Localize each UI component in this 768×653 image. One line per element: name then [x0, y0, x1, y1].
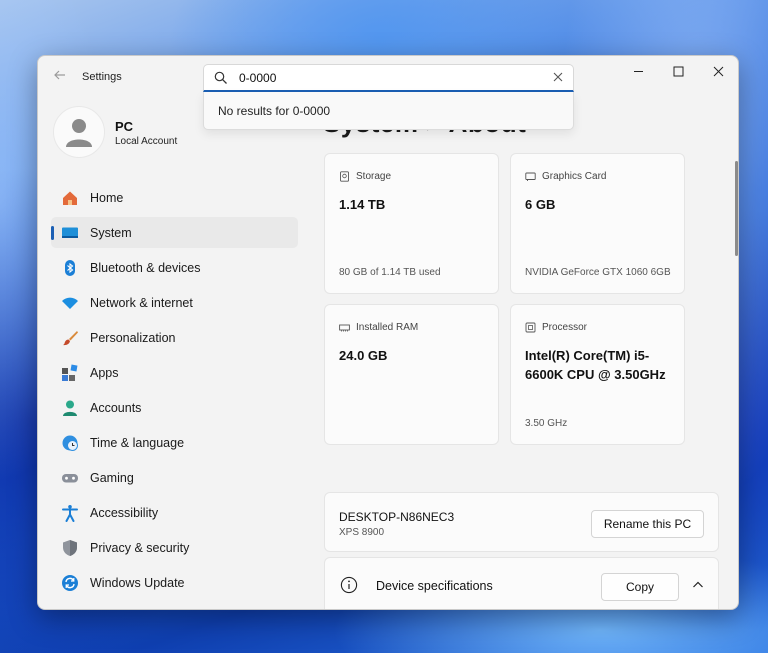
device-model: XPS 8900 [339, 527, 385, 538]
device-specs-label: Device specifications [376, 579, 493, 593]
device-specs-panel[interactable]: Device specifications Copy [324, 557, 719, 609]
scrollbar[interactable] [735, 161, 738, 256]
sidebar-nav: Home System Bluetooth & devices Network … [51, 182, 298, 602]
device-name-panel: DESKTOP-N86NEC3 XPS 8900 Rename this PC [324, 492, 719, 552]
sidebar-item-windows-update[interactable]: Windows Update [51, 567, 298, 598]
graphics-card-label: Graphics Card [542, 171, 607, 182]
clear-search-icon[interactable] [553, 72, 563, 82]
user-name: PC [115, 119, 134, 134]
graphics-card-value: 6 GB [525, 197, 556, 212]
copy-button[interactable]: Copy [601, 573, 679, 601]
sidebar-item-privacy[interactable]: Privacy & security [51, 532, 298, 563]
sidebar-item-network[interactable]: Network & internet [51, 287, 298, 318]
minimize-button[interactable] [618, 56, 658, 86]
search-box[interactable]: 0-0000 [203, 64, 574, 92]
settings-window: Settings 0-0000 No results for 0-0000 PC… [37, 55, 739, 610]
ram-value: 24.0 GB [339, 348, 388, 363]
device-name: DESKTOP-N86NEC3 [339, 510, 455, 524]
chevron-up-icon[interactable] [692, 579, 704, 591]
shield-icon [60, 538, 80, 558]
ram-label: Installed RAM [356, 322, 419, 333]
sidebar-item-label: Network & internet [90, 295, 193, 310]
sidebar-item-bluetooth[interactable]: Bluetooth & devices [51, 252, 298, 283]
sidebar-item-label: Accounts [90, 400, 142, 415]
window-controls [618, 56, 738, 86]
info-icon [340, 576, 358, 594]
no-results-text: No results for 0-0000 [218, 104, 331, 118]
sidebar-item-gaming[interactable]: Gaming [51, 462, 298, 493]
maximize-icon [673, 66, 683, 76]
search-results-dropdown: No results for 0-0000 [203, 92, 574, 130]
storage-value: 1.14 TB [339, 197, 386, 212]
graphics-card-card[interactable]: Graphics Card 6 GB NVIDIA GeForce GTX 10… [510, 153, 685, 294]
storage-label: Storage [356, 171, 392, 182]
accessibility-icon [60, 503, 80, 523]
processor-speed: 3.50 GHz [525, 418, 568, 429]
wifi-icon [60, 293, 80, 313]
sidebar-item-accessibility[interactable]: Accessibility [51, 497, 298, 528]
sidebar-item-label: System [90, 225, 132, 240]
sidebar-item-apps[interactable]: Apps [51, 357, 298, 388]
avatar[interactable] [53, 106, 105, 158]
sidebar-item-label: Bluetooth & devices [90, 260, 201, 275]
search-icon [214, 71, 227, 84]
sidebar-item-label: Gaming [90, 470, 134, 485]
sidebar-item-system[interactable]: System [51, 217, 298, 248]
storage-usage: 80 GB of 1.14 TB used [339, 267, 441, 278]
ram-icon [339, 324, 350, 332]
processor-value: Intel(R) Core(TM) i5-6600K CPU @ 3.50GHz [525, 348, 666, 382]
account-type: Local Account [115, 136, 178, 147]
processor-label: Processor [542, 322, 588, 333]
graphics-card-model: NVIDIA GeForce GTX 1060 6GB [525, 267, 671, 278]
sidebar-item-label: Windows Update [90, 575, 185, 590]
sidebar-item-label: Apps [90, 365, 119, 380]
gamepad-icon [60, 468, 80, 488]
bluetooth-icon [60, 258, 80, 278]
sidebar-item-label: Home [90, 190, 124, 205]
storage-card[interactable]: Storage 1.14 TB 80 GB of 1.14 TB used [324, 153, 499, 294]
sidebar-item-label: Privacy & security [90, 540, 190, 555]
processor-icon [525, 322, 536, 333]
rename-pc-button[interactable]: Rename this PC [591, 510, 704, 538]
close-icon [713, 66, 723, 76]
sidebar-item-accounts[interactable]: Accounts [51, 392, 298, 423]
brush-icon [60, 328, 80, 348]
back-arrow-icon [54, 70, 65, 80]
update-icon [60, 573, 80, 593]
home-icon [60, 188, 80, 208]
user-avatar-icon [66, 119, 92, 147]
sidebar-item-label: Time & language [90, 435, 185, 450]
system-icon [60, 223, 80, 243]
storage-icon [340, 171, 349, 182]
minimize-icon [633, 70, 643, 72]
search-input[interactable]: 0-0000 [239, 71, 276, 85]
processor-card[interactable]: Processor Intel(R) Core(TM) i5-6600K CPU… [510, 304, 685, 445]
globe-clock-icon [60, 433, 80, 453]
sidebar-item-home[interactable]: Home [51, 182, 298, 213]
sidebar-item-label: Personalization [90, 330, 176, 345]
sidebar-item-time-language[interactable]: Time & language [51, 427, 298, 458]
maximize-button[interactable] [658, 56, 698, 86]
graphics-card-icon [525, 172, 536, 181]
sidebar-item-label: Accessibility [90, 505, 159, 520]
apps-icon [60, 363, 80, 383]
app-title: Settings [82, 71, 122, 83]
back-button[interactable] [50, 68, 70, 86]
close-button[interactable] [698, 56, 738, 86]
accounts-icon [60, 398, 80, 418]
sidebar-item-personalization[interactable]: Personalization [51, 322, 298, 353]
ram-card[interactable]: Installed RAM 24.0 GB [324, 304, 499, 445]
